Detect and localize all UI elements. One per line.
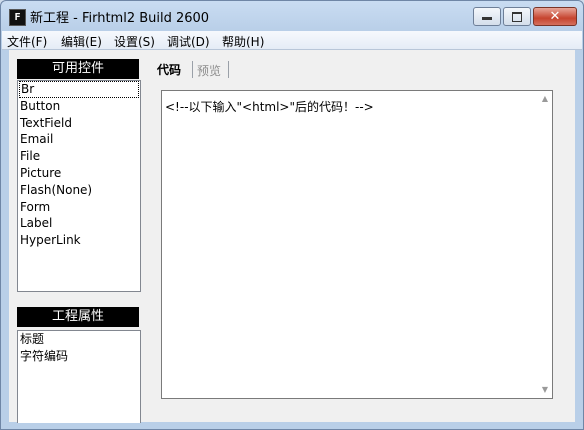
window-title: 新工程 - Firhtml2 Build 2600: [30, 11, 210, 26]
tab-divider: [228, 61, 229, 78]
menu-help[interactable]: 帮助(H): [222, 33, 264, 50]
list-item[interactable]: Email: [18, 131, 140, 148]
list-item[interactable]: 字符编码: [18, 348, 140, 365]
controls-panel-title: 可用控件: [17, 59, 139, 79]
menu-debug[interactable]: 调试(D): [167, 33, 210, 50]
main-window: F 新工程 - Firhtml2 Build 2600 ✕ 文件(F) 编辑(E…: [0, 0, 584, 430]
list-item[interactable]: TextField: [18, 115, 140, 132]
menu-file[interactable]: 文件(F): [7, 33, 47, 50]
tab-divider: [192, 61, 193, 78]
caption-buttons: ✕: [471, 7, 577, 26]
list-item[interactable]: Label: [18, 215, 140, 232]
list-item[interactable]: Picture: [18, 165, 140, 182]
properties-list[interactable]: 标题 字符编码: [17, 330, 141, 423]
menu-bar: 文件(F) 编辑(E) 设置(S) 调试(D) 帮助(H): [2, 31, 582, 50]
close-icon: ✕: [549, 9, 561, 24]
properties-panel-title: 工程属性: [17, 307, 139, 327]
app-icon: F: [9, 9, 26, 26]
menu-settings[interactable]: 设置(S): [114, 33, 155, 50]
list-item[interactable]: 标题: [18, 331, 140, 348]
list-item[interactable]: HyperLink: [18, 232, 140, 249]
list-item[interactable]: File: [18, 148, 140, 165]
code-editor[interactable]: <!--以下输入"<html>"后的代码！--> ▲ ▼: [161, 90, 553, 399]
list-item[interactable]: Flash(None): [18, 182, 140, 199]
tab-code[interactable]: 代码: [157, 61, 181, 78]
tab-preview[interactable]: 预览: [197, 62, 221, 79]
close-button[interactable]: ✕: [533, 7, 577, 26]
list-item[interactable]: Br: [19, 81, 139, 98]
list-item[interactable]: Button: [18, 98, 140, 115]
minimize-icon: [482, 17, 492, 20]
title-bar[interactable]: F 新工程 - Firhtml2 Build 2600 ✕: [1, 1, 583, 31]
controls-list[interactable]: Br Button TextField Email File Picture F…: [17, 80, 141, 292]
client-area: 可用控件 Br Button TextField Email File Pict…: [9, 50, 575, 423]
scroll-down-icon[interactable]: ▼: [540, 385, 550, 395]
vertical-scrollbar[interactable]: ▲ ▼: [538, 91, 552, 398]
scroll-up-icon[interactable]: ▲: [540, 94, 550, 104]
minimize-button[interactable]: [473, 7, 501, 26]
maximize-icon: [512, 12, 522, 22]
maximize-button[interactable]: [503, 7, 531, 26]
list-item[interactable]: Form: [18, 199, 140, 216]
editor-content[interactable]: <!--以下输入"<html>"后的代码！-->: [165, 98, 374, 115]
menu-edit[interactable]: 编辑(E): [61, 33, 102, 50]
